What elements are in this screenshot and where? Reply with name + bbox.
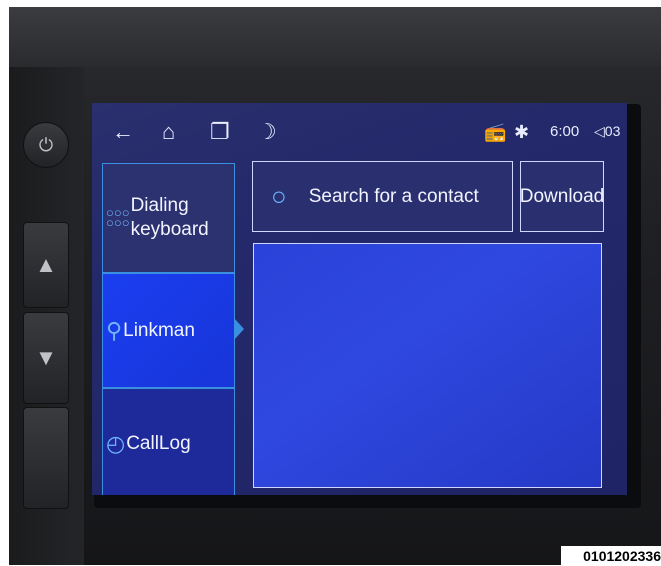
download-button[interactable]: Download [520,161,604,232]
contact-list[interactable] [253,243,602,488]
power-button[interactable]: ⏻ [23,122,69,168]
head-unit-screen: ← ⌂ ❐ ☽ 📻 ✱ 6:00 ◁03 ○○○ ○○○ Dialing keybo… [92,103,627,495]
bluetooth-icon: ✱ [514,122,530,142]
extra-hardware-button[interactable] [23,407,69,509]
radio-icon: 📻 [484,122,507,142]
sidebar-item-dialing-keyboard[interactable]: ○○○ ○○○ Dialing keyboard [102,163,235,273]
hardware-button-panel: ⏻ ▲ ▼ [9,67,84,565]
sidebar-item-label: CallLog [126,433,191,454]
clock-icon: ◴ [106,431,126,456]
home-icon[interactable]: ⌂ [162,119,175,145]
volume-indicator: ◁03 [594,123,620,140]
volume-level: 03 [604,123,621,139]
status-bar: ← ⌂ ❐ ☽ 📻 ✱ 6:00 ◁03 [92,103,627,158]
sidebar-item-label: Dialing [130,195,189,216]
search-placeholder: Search for a contact [308,185,479,207]
contact-icon: ⚲ [106,317,123,343]
dashboard-bezel [9,7,661,67]
recent-apps-icon[interactable]: ❐ [210,119,230,145]
volume-icon: ◁ [594,123,605,139]
clock-time: 6:00 [550,123,580,140]
seek-down-button[interactable]: ▼ [23,312,69,404]
search-input[interactable]: ○ Search for a contact [252,161,513,232]
seek-up-button[interactable]: ▲ [23,222,69,308]
search-icon: ○ [271,181,287,211]
sidebar-item-label-line2: keyboard [130,219,209,240]
night-mode-icon[interactable]: ☽ [257,119,277,145]
image-caption: 0101202336 [561,546,661,566]
sidebar-item-calllog[interactable]: ◴ CallLog [102,388,235,495]
back-icon[interactable]: ← [112,119,134,145]
keypad-icon: ○○○ ○○○ [106,205,130,230]
selected-pointer [234,318,244,340]
sidebar-item-linkman[interactable]: ⚲ Linkman [102,273,235,388]
sidebar-item-label: Linkman [123,319,195,341]
